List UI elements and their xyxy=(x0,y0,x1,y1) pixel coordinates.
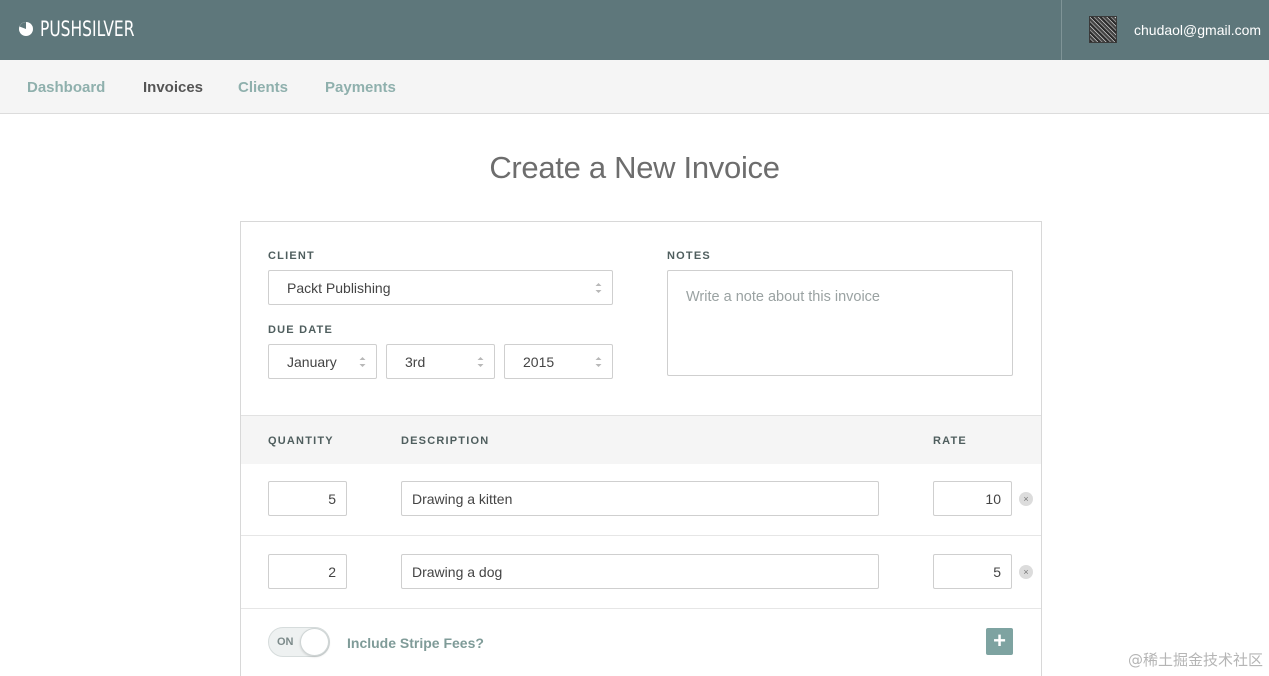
user-email[interactable]: chudaol@gmail.com xyxy=(1134,22,1261,38)
notes-label: NOTES xyxy=(667,250,711,262)
nav-item-clients[interactable]: Clients xyxy=(238,79,288,96)
brand-name: PUSHSILVER xyxy=(40,17,135,41)
stripe-fees-toggle[interactable]: ON xyxy=(268,627,330,657)
select-arrows-icon xyxy=(595,283,602,293)
toggle-knob xyxy=(300,628,329,656)
description-input[interactable]: Drawing a dog xyxy=(401,554,879,589)
due-year-select[interactable]: 2015 xyxy=(504,344,613,379)
due-year-value: 2015 xyxy=(523,354,555,370)
quantity-column-header: QUANTITY xyxy=(268,435,334,447)
due-date-label: DUE DATE xyxy=(268,324,334,336)
user-menu[interactable]: chudaol@gmail.com xyxy=(1089,16,1261,43)
top-bar: PUSHSILVER chudaol@gmail.com xyxy=(0,0,1269,60)
toggle-state-text: ON xyxy=(277,636,294,648)
main-nav: Dashboard Invoices Clients Payments xyxy=(0,60,1269,114)
description-input[interactable]: Drawing a kitten xyxy=(401,481,879,516)
select-arrows-icon xyxy=(595,357,602,367)
nav-item-payments[interactable]: Payments xyxy=(325,79,396,96)
due-month-select[interactable]: January xyxy=(268,344,377,379)
quantity-input[interactable]: 5 xyxy=(268,481,347,516)
client-label: CLIENT xyxy=(268,250,315,262)
rate-column-header: RATE xyxy=(933,435,967,447)
topbar-divider xyxy=(1061,0,1062,60)
remove-row-icon[interactable]: × xyxy=(1019,565,1033,579)
watermark: @稀土掘金技术社区 xyxy=(1127,651,1263,669)
client-select-value: Packt Publishing xyxy=(287,280,391,296)
row-divider xyxy=(241,608,1041,609)
notes-placeholder: Write a note about this invoice xyxy=(686,289,880,305)
stripe-fees-label: Include Stripe Fees? xyxy=(347,635,484,651)
invoice-form-card: CLIENT Packt Publishing DUE DATE January… xyxy=(240,221,1042,676)
line-items-header: QUANTITY DESCRIPTION RATE xyxy=(241,415,1041,464)
description-column-header: DESCRIPTION xyxy=(401,435,490,447)
add-line-item-button[interactable]: + xyxy=(986,628,1013,655)
due-day-value: 3rd xyxy=(405,354,426,370)
page-title: Create a New Invoice xyxy=(489,150,780,185)
brand[interactable]: PUSHSILVER xyxy=(18,17,155,41)
due-month-value: January xyxy=(287,354,337,370)
client-select[interactable]: Packt Publishing xyxy=(268,270,613,305)
nav-item-invoices[interactable]: Invoices xyxy=(143,79,203,96)
pie-logo-icon xyxy=(19,22,33,36)
nav-item-dashboard[interactable]: Dashboard xyxy=(27,79,105,96)
notes-textarea[interactable]: Write a note about this invoice xyxy=(667,270,1013,376)
due-day-select[interactable]: 3rd xyxy=(386,344,495,379)
select-arrows-icon xyxy=(477,357,484,367)
row-divider xyxy=(241,535,1041,536)
remove-row-icon[interactable]: × xyxy=(1019,492,1033,506)
avatar[interactable] xyxy=(1089,16,1117,43)
rate-input[interactable]: 5 xyxy=(933,554,1012,589)
select-arrows-icon xyxy=(359,357,366,367)
rate-input[interactable]: 10 xyxy=(933,481,1012,516)
quantity-input[interactable]: 2 xyxy=(268,554,347,589)
